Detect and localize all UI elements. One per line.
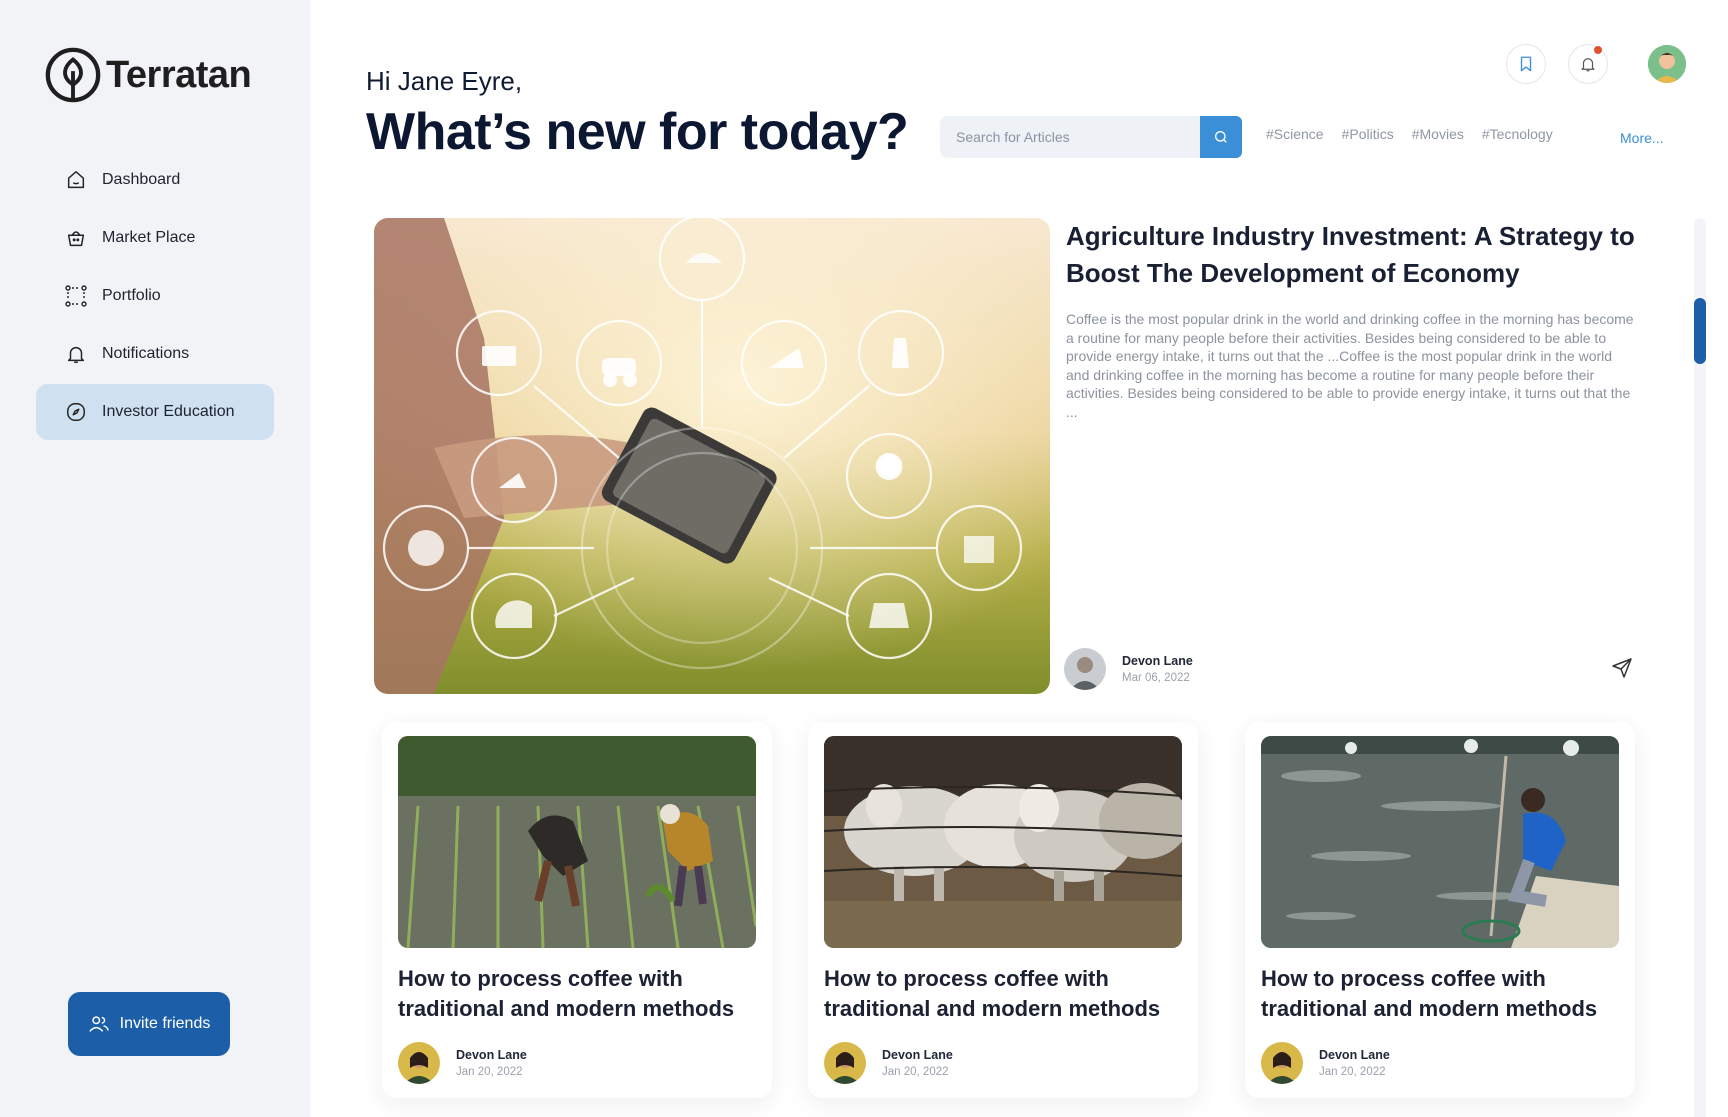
search-button[interactable]	[1200, 116, 1242, 158]
rice-planting-image	[398, 736, 756, 948]
smart-farming-image	[374, 218, 1050, 694]
sidebar-item-label: Market Place	[102, 229, 196, 246]
publish-date: Jan 20, 2022	[1319, 1066, 1386, 1078]
article-card-author: Devon Lane Jan 20, 2022	[1261, 1042, 1390, 1084]
author-avatar	[1064, 648, 1106, 690]
author-avatar-icon	[824, 1042, 866, 1084]
home-icon	[64, 168, 88, 192]
tag-science[interactable]: #Science	[1266, 126, 1324, 142]
author-avatar	[398, 1042, 440, 1084]
author-name: Devon Lane	[882, 1048, 953, 1062]
portfolio-icon	[64, 284, 88, 308]
sidebar-item-market-place[interactable]: Market Place	[36, 210, 274, 266]
author-avatar-icon	[1064, 648, 1106, 690]
article-card-author: Devon Lane Jan 20, 2022	[824, 1042, 953, 1084]
author-name: Devon Lane	[1319, 1048, 1390, 1062]
search-icon	[1215, 131, 1227, 143]
page-title: What’s new for today?	[366, 103, 909, 161]
bell-icon	[1581, 58, 1595, 72]
bookmark-icon	[1520, 56, 1532, 72]
author-name: Devon Lane	[456, 1048, 527, 1062]
publish-date: Mar 06, 2022	[1122, 672, 1190, 684]
notifications-button[interactable]	[1568, 44, 1608, 84]
tag-tecnology[interactable]: #Tecnology	[1482, 126, 1553, 142]
featured-article-title[interactable]: Agriculture Industry Investment: A Strat…	[1066, 218, 1636, 292]
cattle-image	[824, 736, 1182, 948]
bookmark-button[interactable]	[1506, 44, 1546, 84]
greeting: Hi Jane Eyre,	[366, 66, 523, 96]
tag-list: #Science #Politics #Movies #Tecnology	[1266, 126, 1571, 142]
author-avatar	[824, 1042, 866, 1084]
sidebar: Terratan Dashboard Market Place Portfoli…	[0, 0, 310, 1117]
compass-icon	[64, 400, 88, 424]
featured-article-image[interactable]	[374, 218, 1050, 694]
search-input[interactable]	[940, 116, 1200, 158]
tag-movies[interactable]: #Movies	[1412, 126, 1464, 142]
article-card-author: Devon Lane Jan 20, 2022	[398, 1042, 527, 1084]
article-card-image	[398, 736, 756, 948]
sidebar-item-portfolio[interactable]: Portfolio	[36, 268, 274, 324]
publish-date: Jan 20, 2022	[882, 1066, 949, 1078]
search-bar	[940, 116, 1242, 158]
article-card-title[interactable]: How to process coffee with traditional a…	[824, 964, 1184, 1024]
sidebar-item-label: Investor Education	[102, 403, 235, 420]
header-actions	[1506, 44, 1686, 84]
logo[interactable]: Terratan	[44, 46, 252, 104]
article-card-image	[824, 736, 1182, 948]
basket-icon	[64, 226, 88, 250]
sidebar-item-label: Notifications	[102, 345, 190, 362]
featured-article-excerpt: Coffee is the most popular drink in the …	[1066, 311, 1634, 420]
sidebar-item-dashboard[interactable]: Dashboard	[36, 152, 274, 208]
share-icon[interactable]	[1610, 656, 1634, 680]
article-card[interactable]: How to process coffee with traditional a…	[1245, 722, 1635, 1098]
sidebar-nav: Dashboard Market Place Portfolio Notific…	[36, 152, 274, 442]
sidebar-item-label: Portfolio	[102, 287, 161, 304]
invite-friends-label: Invite friends	[119, 1015, 211, 1032]
author-avatar-icon	[1261, 1042, 1303, 1084]
users-icon	[88, 1016, 109, 1032]
article-card[interactable]: How to process coffee with traditional a…	[808, 722, 1198, 1098]
sidebar-item-notifications[interactable]: Notifications	[36, 326, 274, 382]
fish-pond-image	[1261, 736, 1619, 948]
author-name: Devon Lane	[1122, 654, 1193, 668]
user-avatar-icon	[1648, 45, 1686, 83]
more-tags-link[interactable]: More...	[1620, 130, 1664, 146]
sidebar-item-investor-education[interactable]: Investor Education	[36, 384, 274, 440]
leaf-logo-icon	[45, 47, 101, 103]
bell-icon	[64, 342, 88, 366]
author-avatar-icon	[398, 1042, 440, 1084]
tag-politics[interactable]: #Politics	[1342, 126, 1394, 142]
sidebar-item-label: Dashboard	[102, 171, 181, 188]
article-card-title[interactable]: How to process coffee with traditional a…	[398, 964, 758, 1024]
notification-dot	[1594, 46, 1602, 54]
article-card-title[interactable]: How to process coffee with traditional a…	[1261, 964, 1621, 1024]
article-card[interactable]: How to process coffee with traditional a…	[382, 722, 772, 1098]
author-avatar	[1261, 1042, 1303, 1084]
app-name: Terratan	[106, 53, 252, 96]
article-card-image	[1261, 736, 1619, 948]
invite-friends-button[interactable]: Invite friends	[68, 992, 230, 1056]
publish-date: Jan 20, 2022	[456, 1066, 523, 1078]
scrollbar-thumb[interactable]	[1694, 298, 1706, 364]
featured-article-author: Devon Lane Mar 06, 2022	[1064, 648, 1193, 690]
user-avatar[interactable]	[1648, 45, 1686, 83]
